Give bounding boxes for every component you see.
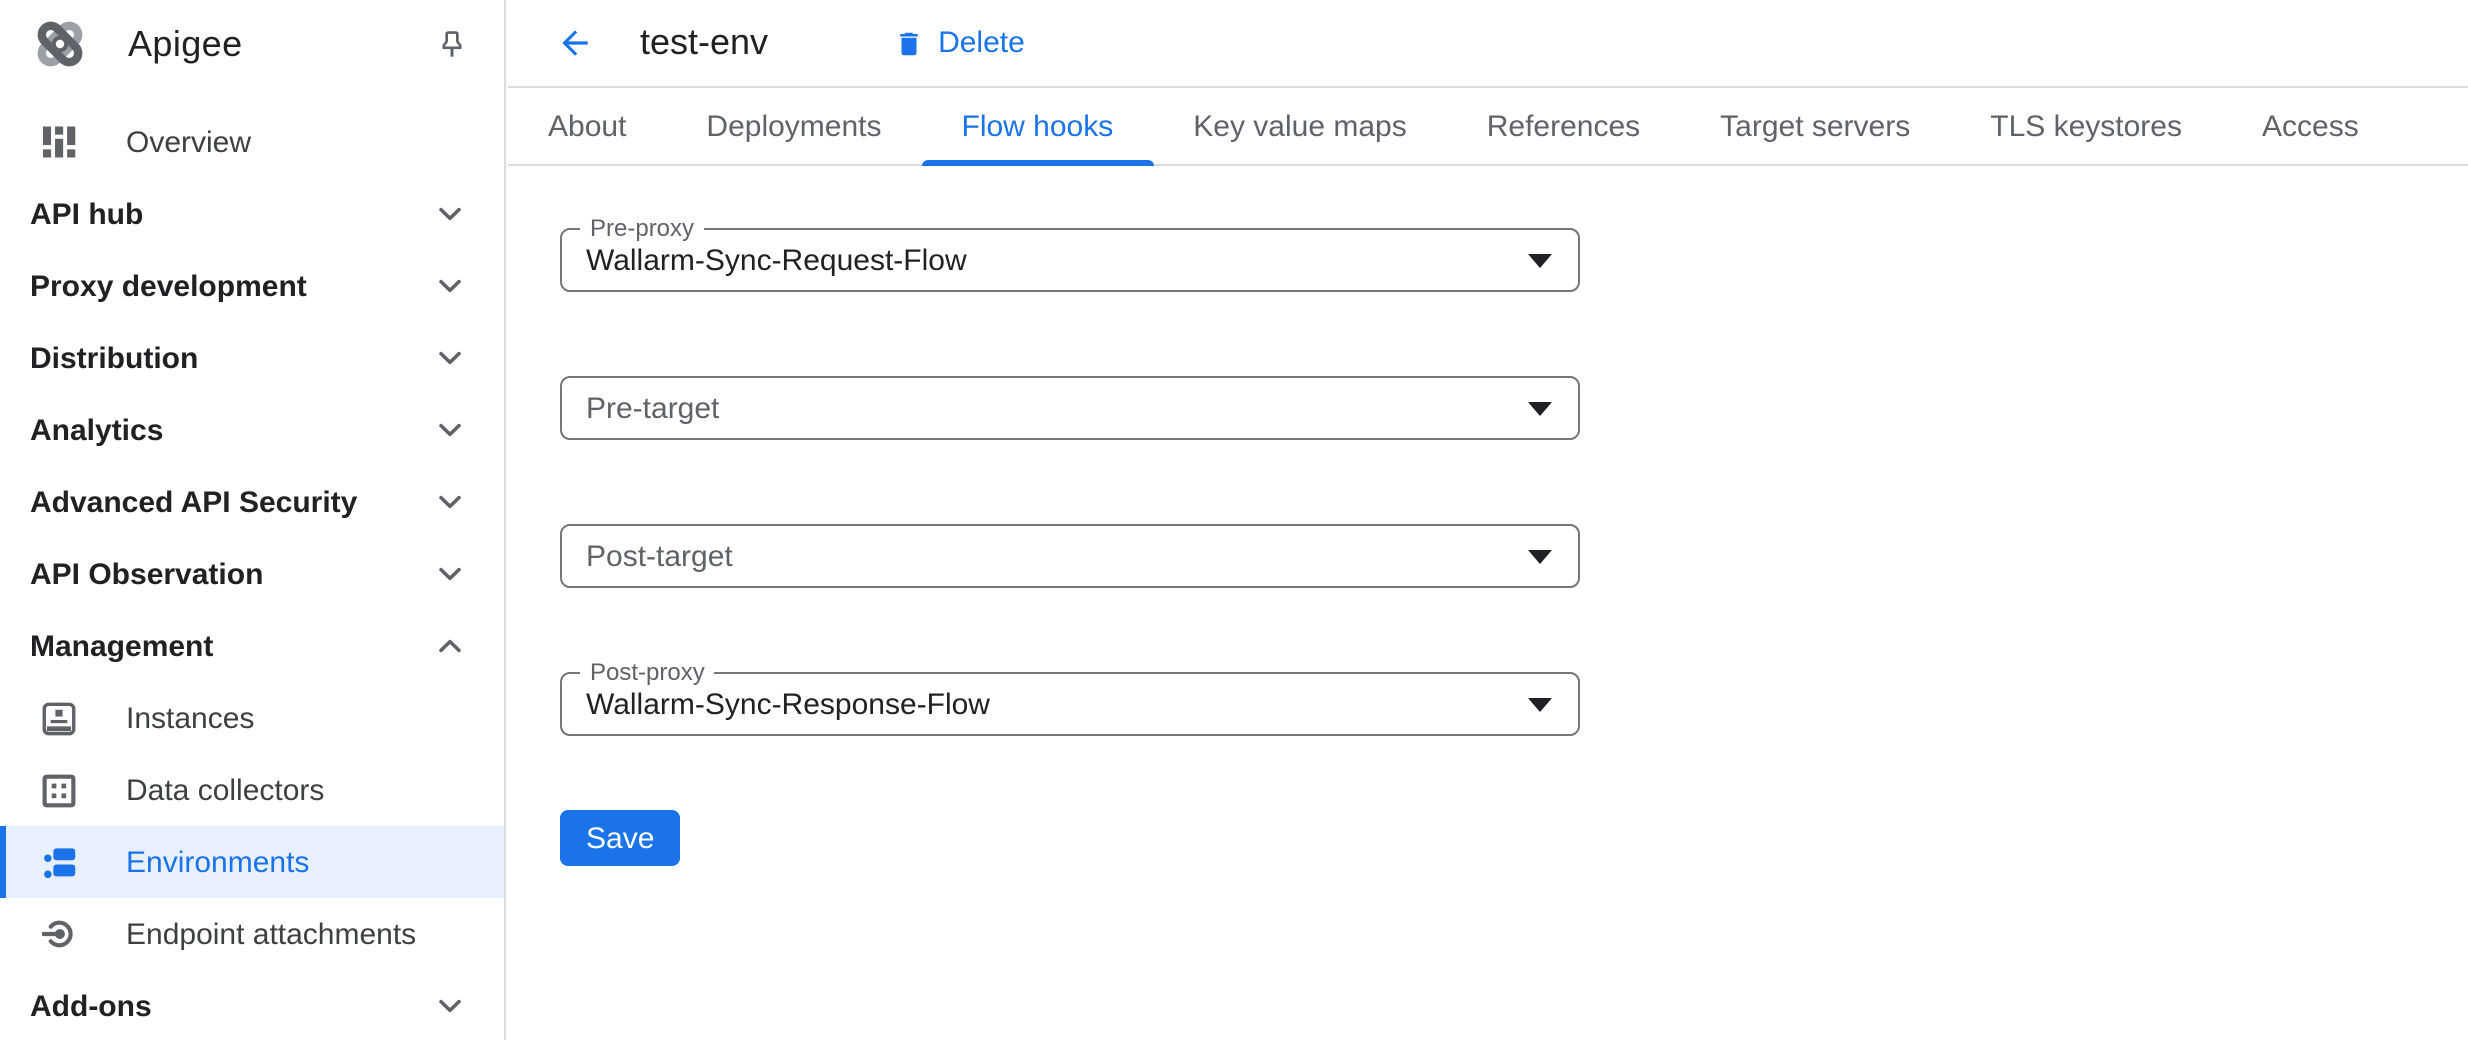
trash-icon: [894, 27, 924, 59]
delete-button-label: Delete: [938, 26, 1025, 60]
tab-flow-hooks[interactable]: Flow hooks: [922, 88, 1154, 164]
dropdown-caret-icon: [1528, 402, 1552, 416]
sidebar-item-data-collectors[interactable]: Data collectors: [0, 754, 504, 826]
sidebar-item-distribution[interactable]: Distribution: [0, 322, 504, 394]
post-proxy-value: Wallarm-Sync-Response-Flow: [586, 687, 990, 721]
tab-label: Access: [2262, 109, 2359, 143]
tab-label: Target servers: [1720, 109, 1910, 143]
chevron-down-icon: [438, 494, 462, 510]
endpoint-attachments-icon: [42, 916, 76, 952]
dropdown-caret-icon: [1528, 550, 1552, 564]
chevron-down-icon: [438, 206, 462, 222]
sidebar-item-label: Data collectors: [126, 773, 324, 807]
pre-proxy-value: Wallarm-Sync-Request-Flow: [586, 243, 967, 277]
sidebar-header: Apigee: [0, 0, 504, 88]
back-arrow-icon: [556, 24, 594, 62]
sidebar-item-label: API hub: [30, 197, 143, 231]
sidebar-item-label: Management: [30, 629, 213, 663]
tab-label: Key value maps: [1193, 109, 1406, 143]
sidebar-item-advanced-api-security[interactable]: Advanced API Security: [0, 466, 504, 538]
back-button[interactable]: [556, 24, 594, 62]
tab-label: TLS keystores: [1990, 109, 2182, 143]
chevron-down-icon: [438, 278, 462, 294]
pre-proxy-select[interactable]: Pre-proxy Wallarm-Sync-Request-Flow: [560, 228, 1580, 292]
instances-icon: [42, 700, 76, 736]
post-proxy-select[interactable]: Post-proxy Wallarm-Sync-Response-Flow: [560, 672, 1580, 736]
pre-target-select[interactable]: Pre-target: [560, 376, 1580, 440]
flow-hooks-form: Pre-proxy Wallarm-Sync-Request-Flow Pre-…: [508, 166, 2468, 866]
tab-about[interactable]: About: [508, 88, 666, 164]
dropdown-caret-icon: [1528, 254, 1552, 268]
post-target-select[interactable]: Post-target: [560, 524, 1580, 588]
sidebar-item-label: Add-ons: [30, 989, 152, 1023]
tab-tls-keystores[interactable]: TLS keystores: [1950, 88, 2222, 164]
sidebar-item-label: API Observation: [30, 557, 263, 591]
delete-button[interactable]: Delete: [894, 26, 1025, 60]
environments-icon: [42, 844, 76, 880]
page-title: test-env: [640, 22, 768, 64]
chevron-down-icon: [438, 566, 462, 582]
tab-key-value-maps[interactable]: Key value maps: [1153, 88, 1446, 164]
save-button[interactable]: Save: [560, 810, 680, 866]
main-panel: test-env Delete About Deployments Flow h…: [508, 0, 2468, 1040]
sidebar-item-label: Environments: [126, 845, 309, 879]
sidebar-item-label: Proxy development: [30, 269, 307, 303]
app-name: Apigee: [128, 23, 243, 65]
sidebar-item-label: Overview: [126, 125, 251, 159]
sidebar-item-label: Advanced API Security: [30, 485, 357, 519]
pin-sidebar-button[interactable]: [436, 27, 468, 61]
sidebar-item-api-hub[interactable]: API hub: [0, 178, 504, 250]
apigee-logo-icon: [30, 16, 90, 72]
tab-label: References: [1487, 109, 1640, 143]
dropdown-caret-icon: [1528, 698, 1552, 712]
sidebar-item-environments[interactable]: Environments: [0, 826, 504, 898]
sidebar-item-analytics[interactable]: Analytics: [0, 394, 504, 466]
tab-target-servers[interactable]: Target servers: [1680, 88, 1950, 164]
sidebar-item-add-ons[interactable]: Add-ons: [0, 970, 504, 1042]
sidebar-item-overview[interactable]: Overview: [0, 106, 504, 178]
pre-target-placeholder: Pre-target: [586, 391, 719, 425]
tab-bar: About Deployments Flow hooks Key value m…: [508, 88, 2468, 166]
sidebar-item-instances[interactable]: Instances: [0, 682, 504, 754]
sidebar-item-management[interactable]: Management: [0, 610, 504, 682]
overview-icon: [42, 124, 76, 160]
sidebar-item-label: Analytics: [30, 413, 163, 447]
chevron-down-icon: [438, 998, 462, 1014]
tab-label: About: [548, 109, 626, 143]
sidebar-item-proxy-development[interactable]: Proxy development: [0, 250, 504, 322]
sidebar-item-endpoint-attachments[interactable]: Endpoint attachments: [0, 898, 504, 970]
sidebar-item-label: Distribution: [30, 341, 198, 375]
pin-icon: [436, 27, 468, 61]
chevron-up-icon: [438, 638, 462, 654]
chevron-down-icon: [438, 350, 462, 366]
tab-label: Deployments: [706, 109, 881, 143]
pre-proxy-label: Pre-proxy: [580, 214, 704, 244]
post-proxy-label: Post-proxy: [580, 658, 715, 688]
sidebar-item-label: Instances: [126, 701, 254, 735]
chevron-down-icon: [438, 422, 462, 438]
sidebar: Apigee Overvie: [0, 0, 506, 1040]
tab-references[interactable]: References: [1447, 88, 1680, 164]
tab-label: Flow hooks: [962, 109, 1114, 143]
page-header: test-env Delete: [508, 0, 2468, 88]
sidebar-item-label: Endpoint attachments: [126, 917, 416, 951]
tab-deployments[interactable]: Deployments: [666, 88, 921, 164]
apigee-console: Apigee Overvie: [0, 0, 2468, 1040]
sidebar-item-api-observation[interactable]: API Observation: [0, 538, 504, 610]
sidebar-nav: Overview API hub Proxy development Distr…: [0, 88, 504, 1042]
post-target-placeholder: Post-target: [586, 539, 733, 573]
tab-access[interactable]: Access: [2222, 88, 2399, 164]
data-collectors-icon: [42, 772, 76, 808]
